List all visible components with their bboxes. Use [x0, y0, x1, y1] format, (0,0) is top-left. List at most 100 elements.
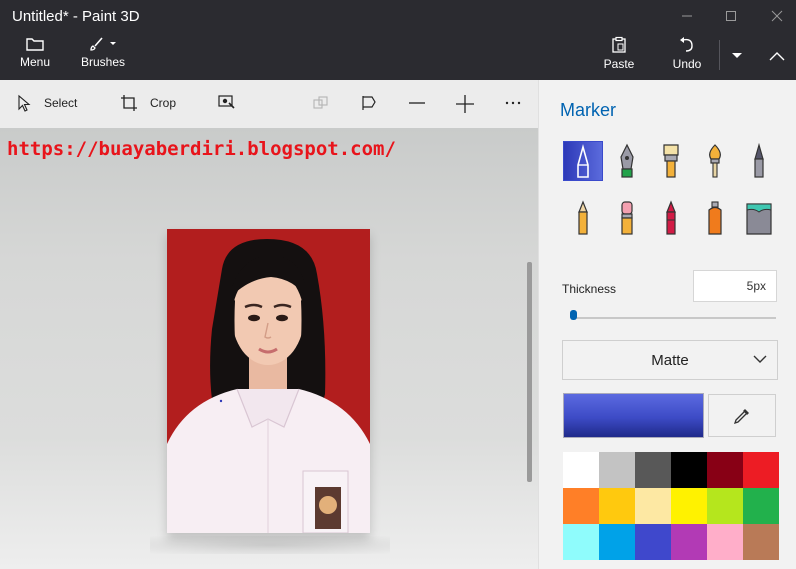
chevron-up-icon	[769, 52, 785, 61]
minus-icon	[409, 102, 425, 104]
maximize-button[interactable]	[716, 4, 746, 28]
paste-button[interactable]: Paste	[600, 36, 638, 71]
color-swatch[interactable]	[563, 452, 599, 488]
watercolor-icon	[709, 144, 721, 178]
color-swatch[interactable]	[599, 488, 635, 524]
current-color-swatch[interactable]	[563, 393, 704, 438]
select-label: Select	[44, 96, 78, 110]
crop-icon	[121, 95, 137, 111]
fill-bucket-button[interactable]	[739, 198, 779, 238]
maximize-icon	[726, 11, 736, 21]
title-ribbon-bar: Untitled* - Paint 3D Menu Brushes Paste	[0, 0, 796, 80]
color-swatch[interactable]	[671, 488, 707, 524]
calligraphy-pen-button[interactable]	[607, 141, 647, 181]
finish-dropdown[interactable]: Matte	[562, 340, 778, 380]
chevron-down-icon	[753, 355, 767, 363]
color-swatch[interactable]	[743, 488, 779, 524]
color-swatch[interactable]	[563, 524, 599, 560]
color-swatch[interactable]	[707, 452, 743, 488]
finish-value: Matte	[651, 351, 689, 369]
minimize-button[interactable]	[672, 4, 702, 28]
magic-select-icon	[218, 95, 235, 109]
color-swatch[interactable]	[635, 524, 671, 560]
folder-icon	[26, 38, 44, 51]
brushes-button[interactable]: Brushes	[78, 36, 128, 69]
thickness-slider-thumb[interactable]	[570, 310, 577, 320]
ellipsis-icon	[505, 101, 521, 105]
magic-select-button[interactable]	[218, 94, 236, 110]
crop-label: Crop	[150, 96, 177, 110]
collapse-ribbon-button[interactable]	[766, 46, 788, 66]
watercolor-button[interactable]	[695, 141, 735, 181]
ribbon-divider	[719, 40, 720, 70]
crayon-icon	[666, 200, 676, 235]
menu-label: Menu	[19, 55, 51, 69]
color-swatch[interactable]	[635, 488, 671, 524]
canvas-floor-shadow	[150, 536, 390, 554]
oil-brush-icon	[663, 144, 679, 178]
brush-icon	[90, 37, 116, 51]
thickness-input[interactable]: 5px	[693, 270, 777, 302]
undo-button[interactable]: Undo	[668, 36, 706, 71]
color-swatch[interactable]	[707, 524, 743, 560]
select-cursor-icon	[18, 94, 31, 112]
undo-label: Undo	[672, 57, 702, 71]
eraser-icon	[621, 201, 633, 235]
zoom-out-button[interactable]	[408, 94, 426, 112]
color-palette	[563, 452, 779, 560]
sticker-button[interactable]	[360, 94, 378, 112]
calligraphy-pen-icon	[620, 143, 634, 178]
color-swatch[interactable]	[671, 524, 707, 560]
pencil-button[interactable]	[563, 198, 603, 238]
close-button[interactable]	[762, 4, 792, 28]
thickness-slider-track[interactable]	[571, 317, 776, 319]
vertical-scrollbar[interactable]	[527, 262, 532, 482]
marker-brush-button[interactable]	[563, 141, 603, 181]
fill-bucket-icon	[746, 203, 772, 235]
thickness-label: Thickness	[562, 282, 617, 296]
oil-brush-button[interactable]	[651, 141, 691, 181]
spray-can-button[interactable]	[695, 198, 735, 238]
close-icon	[771, 10, 783, 22]
undo-icon	[680, 37, 693, 52]
menu-button[interactable]: Menu	[14, 36, 56, 69]
minimize-icon	[682, 15, 692, 17]
brush-panel: Marker Thickness 5px Matte	[538, 80, 796, 569]
color-swatch[interactable]	[671, 452, 707, 488]
color-swatch[interactable]	[599, 524, 635, 560]
panel-title: Marker	[560, 100, 617, 120]
zoom-in-button[interactable]	[455, 94, 475, 114]
photo-canvas[interactable]	[167, 229, 370, 533]
window-title: Untitled* - Paint 3D	[12, 8, 140, 25]
cube-stack-icon	[313, 96, 328, 109]
eyedropper-button[interactable]	[708, 394, 776, 437]
more-history-button[interactable]	[728, 46, 746, 66]
paste-label: Paste	[603, 57, 635, 71]
view-3d-button[interactable]	[312, 94, 330, 112]
pixel-pen-button[interactable]	[739, 141, 779, 181]
color-swatch[interactable]	[599, 452, 635, 488]
eraser-button[interactable]	[607, 198, 647, 238]
color-swatch[interactable]	[635, 452, 671, 488]
color-swatch[interactable]	[563, 488, 599, 524]
tool-bar: Select Crop	[0, 80, 538, 128]
pencil-icon	[578, 200, 588, 235]
color-swatch[interactable]	[743, 452, 779, 488]
marker-icon	[577, 144, 589, 178]
clipboard-icon	[612, 36, 626, 53]
more-options-button[interactable]	[504, 94, 522, 112]
select-tool-button[interactable]: Select	[16, 94, 77, 112]
chevron-down-icon	[732, 53, 742, 58]
canvas-workspace[interactable]: https://buayaberdiri.blogspot.com/	[0, 128, 538, 569]
crop-tool-button[interactable]: Crop	[120, 94, 176, 112]
spray-can-icon	[708, 201, 722, 235]
crayon-button[interactable]	[651, 198, 691, 238]
watermark-url: https://buayaberdiri.blogspot.com/	[7, 138, 396, 160]
flag-icon	[362, 96, 376, 110]
color-swatch[interactable]	[707, 488, 743, 524]
eyedropper-icon	[733, 408, 749, 424]
portrait-photo	[167, 229, 370, 533]
plus-icon	[456, 95, 474, 113]
pixel-pen-icon	[754, 143, 764, 178]
color-swatch[interactable]	[743, 524, 779, 560]
